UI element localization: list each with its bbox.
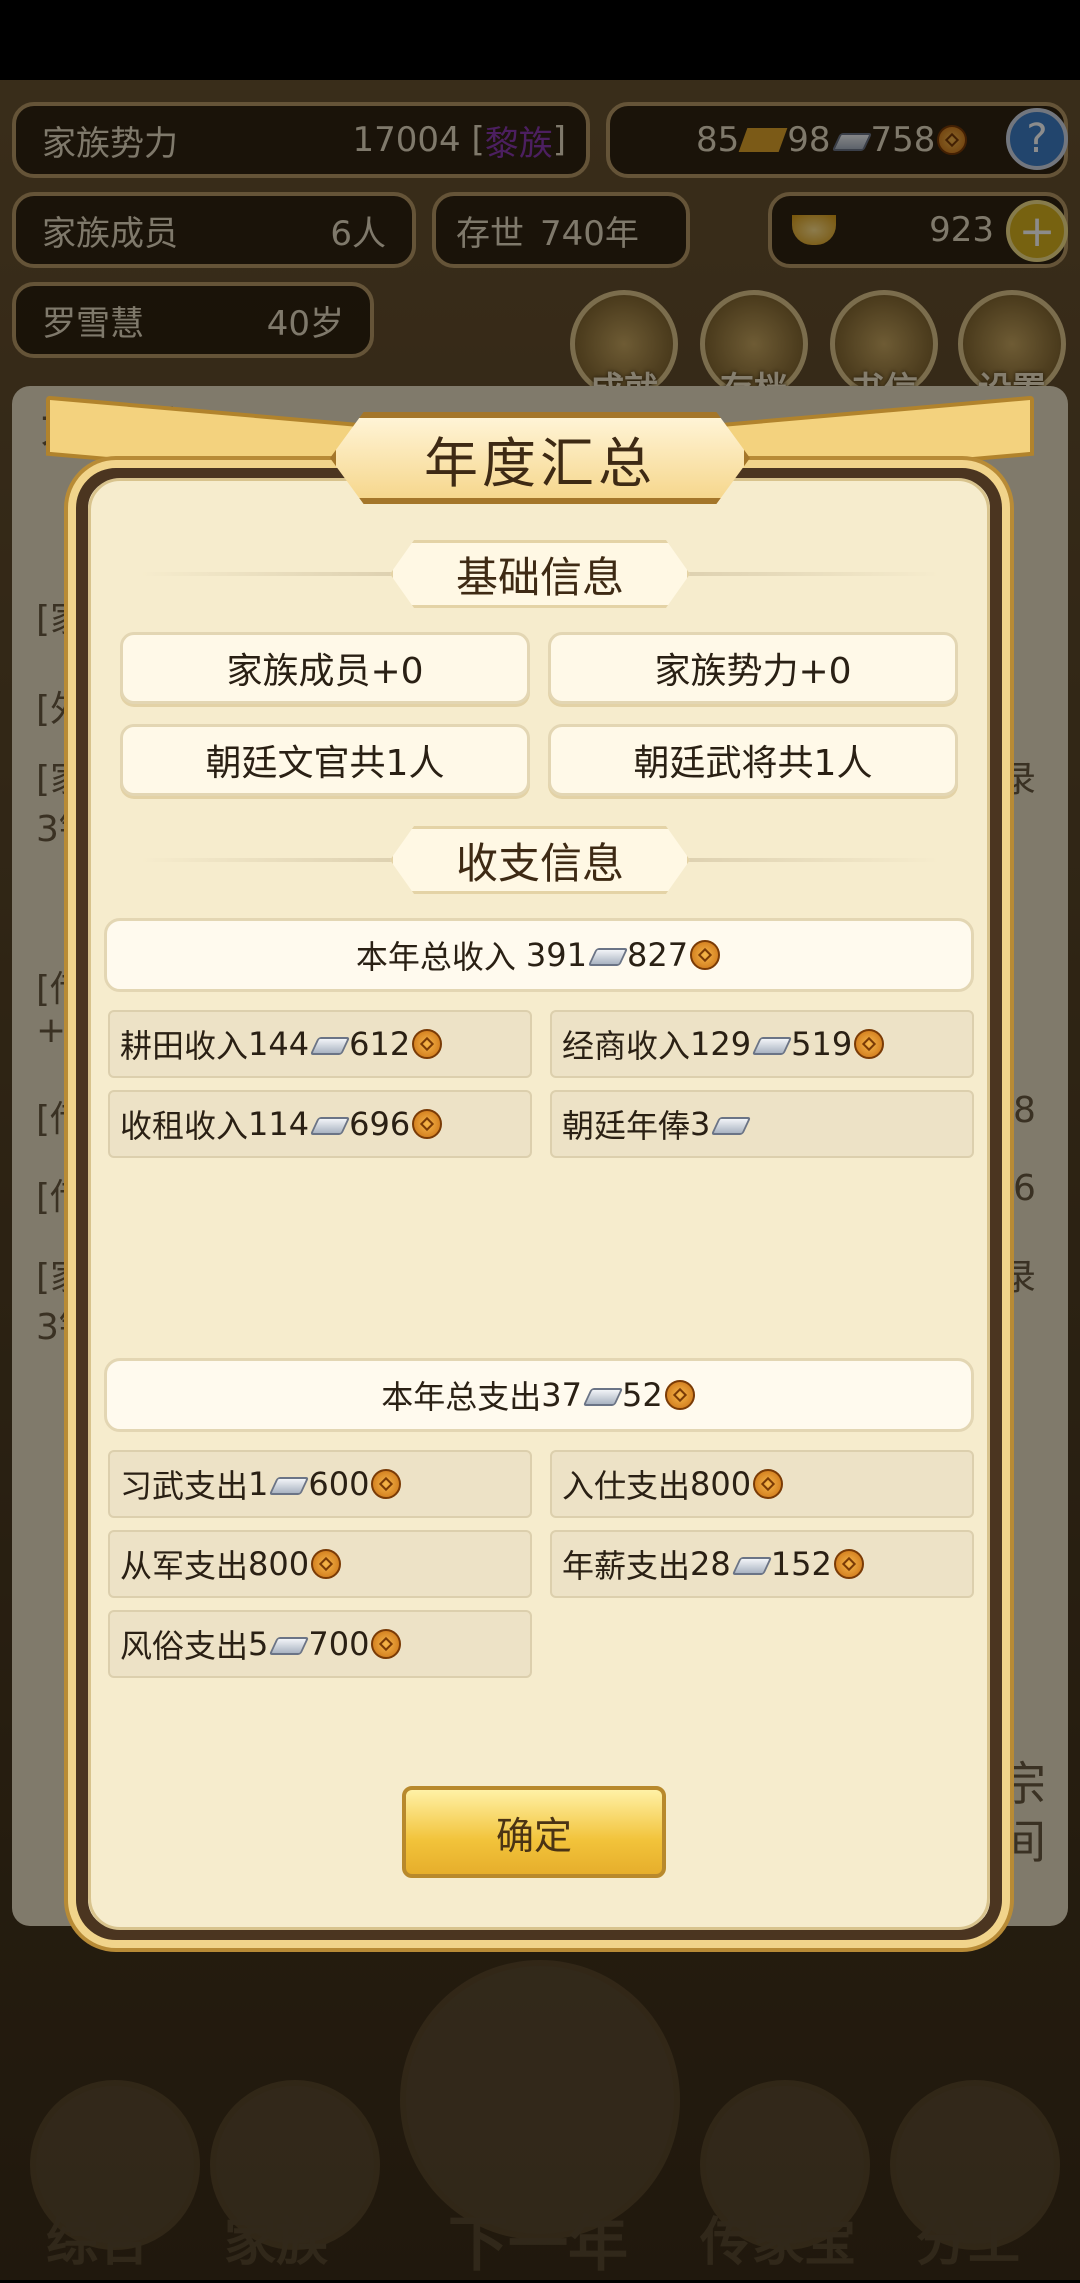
expense-item-military-service: 从军支出 800 xyxy=(108,1530,532,1598)
expense-item-silver: 28 xyxy=(690,1545,731,1583)
income-item-court-salary: 朝廷年俸 3 xyxy=(550,1090,974,1158)
expense-item-label: 年薪支出 xyxy=(562,1547,691,1585)
silver-ingot-icon xyxy=(270,1632,306,1656)
civil-officials-count: 朝廷文官共1人 xyxy=(120,724,530,796)
income-item-label: 经商收入 xyxy=(562,1027,691,1065)
income-total-silver: 391 xyxy=(525,936,587,974)
dialog-title: 年度汇总 xyxy=(424,431,656,495)
copper-coin-icon xyxy=(664,1380,695,1410)
silver-ingot-icon xyxy=(753,1032,789,1056)
expense-item-martial-training: 习武支出 1 600 xyxy=(108,1450,532,1518)
copper-coin-icon xyxy=(371,1629,402,1659)
expense-item-coin: 700 xyxy=(308,1625,370,1663)
income-item-farming: 耕田收入 144 612 xyxy=(108,1010,532,1078)
expense-item-annual-salary: 年薪支出 28 152 xyxy=(550,1530,974,1598)
income-item-coin: 612 xyxy=(349,1025,411,1063)
copper-coin-icon xyxy=(753,1469,784,1499)
silver-ingot-icon xyxy=(712,1112,748,1136)
income-item-silver: 144 xyxy=(248,1025,310,1063)
expense-item-coin: 600 xyxy=(308,1465,370,1503)
income-total-label: 本年总收入 xyxy=(355,938,516,976)
expense-item-label: 入仕支出 xyxy=(562,1467,691,1505)
silver-ingot-icon xyxy=(584,1383,620,1407)
expense-item-customs: 风俗支出 5 700 xyxy=(108,1610,532,1678)
expense-item-label: 从军支出 xyxy=(120,1547,249,1585)
copper-coin-icon xyxy=(371,1469,402,1499)
income-item-silver: 129 xyxy=(690,1025,752,1063)
income-item-silver: 114 xyxy=(248,1105,310,1143)
dialog-title-plate: 年度汇总 xyxy=(330,412,750,504)
silver-ingot-icon xyxy=(311,1112,347,1136)
basic-info-header: 基础信息 xyxy=(390,540,690,608)
income-item-label: 朝廷年俸 xyxy=(562,1107,691,1145)
expense-item-label: 习武支出 xyxy=(120,1467,249,1505)
income-total-coin: 827 xyxy=(627,936,689,974)
family-power-change: 家族势力+0 xyxy=(548,632,958,704)
income-item-rent: 收租收入 114 696 xyxy=(108,1090,532,1158)
expense-total-label: 本年总支出 xyxy=(381,1378,542,1416)
silver-ingot-icon xyxy=(733,1552,769,1576)
silver-ingot-icon xyxy=(589,943,625,967)
income-item-silver: 3 xyxy=(690,1105,711,1143)
expense-item-label: 风俗支出 xyxy=(120,1627,249,1665)
copper-coin-icon xyxy=(854,1029,885,1059)
expense-item-coin: 800 xyxy=(248,1545,310,1583)
expense-total-row: 本年总支出 37 52 xyxy=(104,1358,974,1432)
income-item-label: 耕田收入 xyxy=(120,1027,249,1065)
expense-total-coin: 52 xyxy=(622,1376,663,1414)
confirm-button-label: 确定 xyxy=(495,1813,572,1858)
expense-item-officialdom: 入仕支出 800 xyxy=(550,1450,974,1518)
income-item-coin: 519 xyxy=(791,1025,853,1063)
income-total-row: 本年总收入 391 827 xyxy=(104,918,974,992)
silver-ingot-icon xyxy=(270,1472,306,1496)
copper-coin-icon xyxy=(690,940,721,970)
expense-item-silver: 1 xyxy=(248,1465,269,1503)
military-generals-count: 朝廷武将共1人 xyxy=(548,724,958,796)
copper-coin-icon xyxy=(412,1109,443,1139)
income-item-coin: 696 xyxy=(349,1105,411,1143)
expense-item-silver: 5 xyxy=(248,1625,269,1663)
confirm-button[interactable]: 确定 xyxy=(402,1786,666,1878)
income-item-trade: 经商收入 129 519 xyxy=(550,1010,974,1078)
income-item-label: 收租收入 xyxy=(120,1107,249,1145)
expense-item-coin: 800 xyxy=(690,1465,752,1503)
system-status-bar xyxy=(0,0,1080,80)
family-members-change: 家族成员+0 xyxy=(120,632,530,704)
expense-total-silver: 37 xyxy=(541,1376,582,1414)
copper-coin-icon xyxy=(412,1029,443,1059)
copper-coin-icon xyxy=(311,1549,342,1579)
expense-item-coin: 152 xyxy=(770,1545,832,1583)
finance-info-header: 收支信息 xyxy=(390,826,690,894)
silver-ingot-icon xyxy=(311,1032,347,1056)
copper-coin-icon xyxy=(833,1549,864,1579)
